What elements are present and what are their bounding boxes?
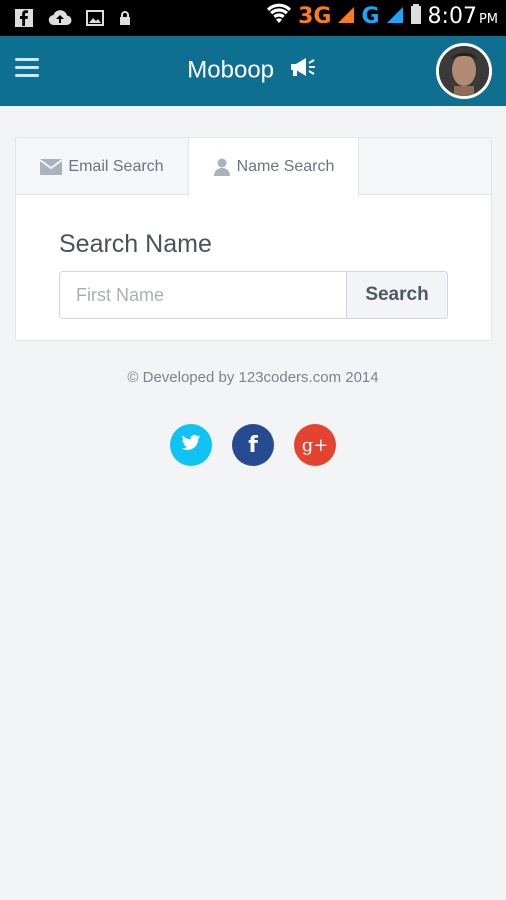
- image-notification-icon: [86, 9, 104, 32]
- network-3g-label: 3G: [298, 4, 332, 29]
- facebook-button[interactable]: f: [232, 424, 274, 466]
- search-input-group: Search: [59, 271, 448, 319]
- twitter-button[interactable]: [170, 424, 212, 466]
- app-title-text: Moboop: [187, 56, 275, 84]
- tab-name-label: Name Search: [236, 158, 335, 175]
- signal-strength-icon-1: [337, 4, 355, 29]
- tab-email-label: Email Search: [68, 157, 164, 175]
- app-title: Moboop: [0, 56, 506, 85]
- user-icon: [213, 158, 231, 176]
- cloud-upload-icon: [48, 9, 72, 32]
- facebook-notification-icon: [14, 8, 34, 33]
- footer-credit: © Developed by 123coders.com 2014: [127, 369, 379, 386]
- clock: 8:07 PM: [427, 4, 498, 29]
- battery-icon: [410, 3, 422, 30]
- envelope-icon: [40, 158, 63, 175]
- first-name-input[interactable]: [60, 272, 346, 318]
- search-card: Email Search Name Search Search Name Sea…: [15, 137, 492, 341]
- megaphone-icon: [289, 56, 319, 85]
- google-plus-icon: g+: [301, 434, 329, 456]
- twitter-icon: [181, 434, 201, 457]
- search-heading: Search Name: [59, 230, 212, 258]
- wifi-icon: [266, 3, 292, 30]
- google-plus-button[interactable]: g+: [294, 424, 336, 466]
- tab-email-search[interactable]: Email Search: [16, 138, 188, 195]
- network-g-label: G: [361, 4, 380, 29]
- status-bar: 3G G 8:07 PM: [0, 0, 506, 36]
- signal-strength-icon-2: [386, 4, 404, 29]
- search-button[interactable]: Search: [346, 272, 447, 318]
- app-header: Moboop: [0, 36, 506, 106]
- user-avatar[interactable]: [436, 43, 492, 99]
- social-links: f g+: [0, 424, 506, 466]
- facebook-icon: f: [248, 432, 258, 458]
- lock-icon: [118, 10, 132, 31]
- tab-name-search[interactable]: Name Search: [188, 138, 359, 196]
- search-tabs: Email Search Name Search: [16, 138, 491, 196]
